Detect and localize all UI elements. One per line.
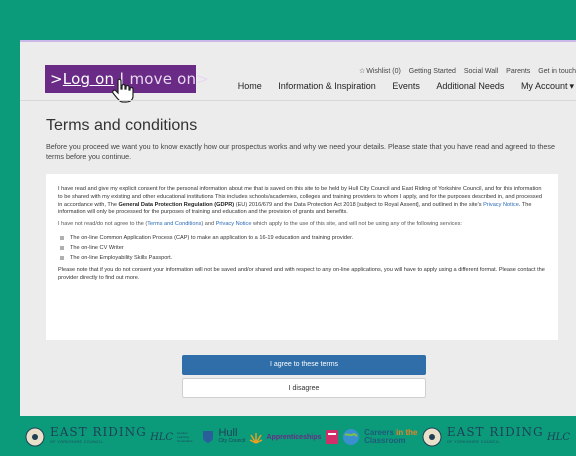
list-item: The on-line Employability Skills Passpor… xyxy=(58,253,546,263)
partner-logos: EAST RIDING OF YORKSHIRE COUNCIL HLC Humbe… xyxy=(0,418,576,456)
nav-parents[interactable]: Parents xyxy=(506,68,530,75)
east-riding-logo: EAST RIDING OF YORKSHIRE COUNCIL xyxy=(24,424,147,450)
nav-additional-needs[interactable]: Additional Needs xyxy=(436,81,504,91)
nav-social-wall[interactable]: Social Wall xyxy=(464,68,498,75)
terms-link[interactable]: Terms and Conditions xyxy=(147,221,201,227)
globe-icon xyxy=(343,429,360,445)
logo-move-on: move on xyxy=(129,70,197,88)
consent-card: I have read and give my explicit consent… xyxy=(46,174,558,340)
book-icon xyxy=(325,430,338,444)
disagree-button[interactable]: I disagree xyxy=(182,378,426,398)
gdpr-text: General Data Protection Regulation (GDPR… xyxy=(118,201,235,208)
header-divider xyxy=(20,100,576,101)
consent-paragraph: I have read and give my explicit consent… xyxy=(58,186,542,216)
careers-logo: Careers in the Classroom xyxy=(342,424,418,450)
apprenticeships-logo: Apprenticeships xyxy=(249,424,321,450)
agree-button[interactable]: I agree to these terms xyxy=(182,355,426,375)
nav-my-account[interactable]: My Account xyxy=(521,81,568,91)
nav-getting-started[interactable]: Getting Started xyxy=(409,68,456,75)
privacy-notice-link[interactable]: Privacy Notice xyxy=(483,202,519,208)
nav-wishlist[interactable]: Wishlist (0) xyxy=(366,68,401,75)
rose-icon xyxy=(25,427,45,447)
list-item: The on-line Common Application Process (… xyxy=(58,233,546,243)
hlc-logo: HLC Humber Learning Consortium xyxy=(150,431,193,443)
nav-home[interactable]: Home xyxy=(238,81,262,91)
privacy-link[interactable]: Privacy Notice xyxy=(216,221,252,227)
nav-information[interactable]: Information & Inspiration xyxy=(278,81,376,91)
caret-down-icon: ▾ xyxy=(569,81,574,91)
hull-logo: Hull City Council xyxy=(202,424,245,450)
note-paragraph: Please note that if you do not consent y… xyxy=(58,266,545,281)
nav-get-in-touch[interactable]: Get in touch xyxy=(538,68,576,75)
star-icon: ☆ xyxy=(358,68,366,75)
nav-events[interactable]: Events xyxy=(392,81,420,91)
page-intro: Before you proceed we want you to know e… xyxy=(46,142,556,161)
page-title: Terms and conditions xyxy=(46,117,198,134)
main-nav: Home Information & Inspiration Events Ad… xyxy=(224,81,574,92)
book-logo xyxy=(325,424,339,450)
logo-log-on: Log on xyxy=(62,70,115,88)
top-border xyxy=(20,40,576,42)
sunburst-icon xyxy=(249,433,262,444)
shield-icon xyxy=(203,431,214,443)
not-agree-paragraph: I have not read/do not agree to the (Ter… xyxy=(58,221,462,228)
list-item: The on-line CV Writer xyxy=(58,243,546,253)
rose-icon xyxy=(422,427,442,447)
services-list: The on-line Common Application Process (… xyxy=(58,233,546,263)
east-riding-logo-2: EAST RIDING OF YORKSHIRE COUNCIL xyxy=(421,424,544,450)
hlc-logo-2: HLC xyxy=(546,431,570,443)
top-nav: ☆Wishlist (0) Getting Started Social Wal… xyxy=(353,67,576,75)
